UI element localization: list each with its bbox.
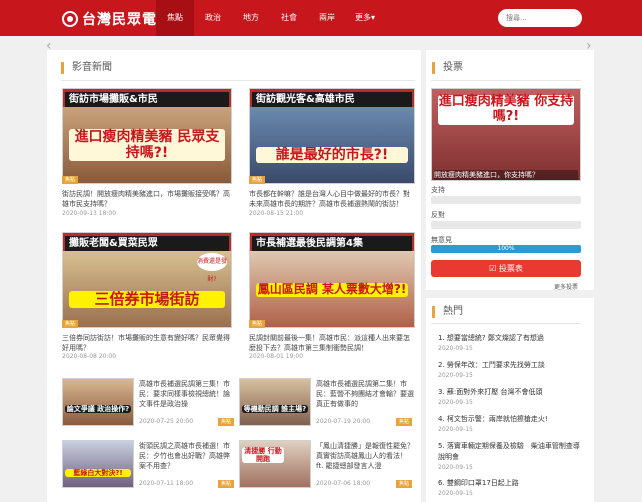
video-date: 2020-09-13 18:00	[62, 210, 117, 217]
poll-bar-oppose	[431, 221, 581, 229]
video-date: 2020-07-06 18:00	[316, 480, 371, 487]
video-thumbnail-small[interactable]: 藍綠白大對決?!	[62, 440, 134, 488]
top-bar: 台灣民眾電子報 焦點 政治 地方 社會 兩岸 更多▾	[0, 0, 642, 36]
thumbnail-headline: 論文爭議 政治操作?	[65, 405, 131, 414]
poll-option-label: 無意見	[431, 236, 452, 244]
video-title[interactable]: 民調封關前最後一集！高雄市民：派這種人出來要怎麼投下去？高雄市第三集制衝勢民調！	[249, 333, 415, 353]
section-title-video: 影音新聞	[61, 62, 112, 74]
hot-item[interactable]: 4. 柯文哲示警：兩岸就怕擦槍走火!	[438, 414, 582, 425]
video-thumbnail-small[interactable]: 等機動民調 誰主場?	[239, 378, 311, 426]
thumbnail-headline: 鳳山區民調 某人票數大增?!	[256, 282, 408, 297]
poll-bar-fill: 100%	[431, 245, 581, 253]
video-date: 2020-08-01 19:00	[249, 353, 304, 360]
main-nav: 焦點 政治 地方 社會 兩岸 更多▾	[156, 0, 384, 36]
hot-date: 2020-09-15	[438, 372, 473, 379]
video-date: 2020-07-19 20:00	[316, 418, 371, 425]
video-date: 2020-07-25 20:00	[139, 418, 194, 425]
poll-image-headline: 進口瘦肉精美豬 你支持嗎?!	[438, 94, 574, 125]
hot-item[interactable]: 5. 落實車輛定期保養及檢驗 柴油車管制查導說明會	[438, 441, 582, 463]
poll-bar-support	[431, 196, 581, 204]
poll-image: 進口瘦肉精美豬 你支持嗎?!	[431, 88, 581, 181]
thumbnail-banner: 街訪市場攤販&市民	[65, 92, 229, 107]
thumbnail-banner: 市長補選最後民調第4集	[252, 236, 412, 251]
hot-item[interactable]: 6. 雙鋼印口罩17日起上路	[438, 478, 582, 489]
nav-more[interactable]: 更多▾	[346, 0, 384, 36]
more-polls-link[interactable]: 更多投票	[554, 282, 578, 291]
thumbnail-banner: 攤販老闆&買菜民眾	[65, 236, 229, 251]
poll-option-label: 支持	[431, 186, 445, 194]
poll-option-label: 反對	[431, 211, 445, 219]
thumbnail-headline: 清捷勝 行動開跑	[242, 447, 284, 464]
thumbnail-headline: 誰是最好的市長?!	[256, 147, 408, 164]
video-thumbnail-small[interactable]: 清捷勝 行動開跑	[239, 440, 311, 488]
video-thumbnail[interactable]: 攤販老闆&買菜民眾 消費還是發財? 三倍券市場街訪	[62, 232, 232, 328]
video-thumbnail-small[interactable]: 論文爭議 政治操作?	[62, 378, 134, 426]
nav-local[interactable]: 地方	[232, 0, 270, 36]
thumbnail-headline: 等機動民調 誰主場?	[242, 405, 308, 414]
nav-politics[interactable]: 政治	[194, 0, 232, 36]
hot-date: 2020-09-15	[438, 464, 473, 471]
thumbnail-banner: 街訪觀光客&高雄市民	[252, 92, 412, 107]
category-tag[interactable]: 焦點	[218, 480, 234, 488]
hot-date: 2020-09-15	[438, 490, 473, 497]
thumbnail-sticker: 消費還是發財?	[197, 253, 227, 283]
logo-icon	[62, 11, 78, 27]
nav-cross-strait[interactable]: 兩岸	[308, 0, 346, 36]
video-title[interactable]: 高雄市長補選民調第二集！市民：藍營不夠團結才會輸？要選真正有做事的	[316, 379, 414, 409]
category-tag[interactable]: 焦點	[396, 418, 412, 426]
section-title-hot: 熱門	[432, 306, 463, 318]
divider	[431, 323, 581, 324]
video-thumbnail[interactable]: 街訪市場攤販&市民 進口瘦肉精美豬 民眾支持嗎?!	[62, 88, 232, 184]
category-tag[interactable]: 焦點	[249, 176, 265, 184]
nav-focus[interactable]: 焦點	[156, 0, 194, 36]
video-title[interactable]: 「鳳山清捷勝」是報復性罷免？真實街訪高雄鳳山人的看法！ft. 罷捷總部發言人澄	[316, 441, 414, 471]
video-date: 2020-08-08 20:00	[62, 353, 117, 360]
video-title[interactable]: 三倍券同訪街訪！市場攤販的生意有變好嗎？民眾覺得好用嗎？	[62, 333, 230, 353]
thumbnail-headline: 進口瘦肉精美豬 民眾支持嗎?!	[69, 129, 225, 162]
nav-society[interactable]: 社會	[270, 0, 308, 36]
category-tag[interactable]: 焦點	[218, 418, 234, 426]
poll-bar-neutral: 100%	[431, 245, 581, 253]
poll-caption: 開放瘦肉精美豬進口，你支持嗎？	[434, 170, 578, 180]
video-thumbnail[interactable]: 街訪觀光客&高雄市民 誰是最好的市長?!	[249, 88, 415, 184]
video-title[interactable]: 街訪民調！開放瘦肉精美豬進口，市場攤販接受嗎？高雄市民支持嗎？	[62, 189, 230, 209]
category-tag[interactable]: 焦點	[62, 176, 78, 184]
video-title[interactable]: 街頭民調之高雄市長補選！市民：夕竹也會出好戰？高雄弊案不用查？	[139, 441, 234, 471]
divider	[431, 80, 581, 81]
hot-item[interactable]: 2. 勞保年改：工鬥要求先找勞工談	[438, 360, 582, 371]
section-title-poll: 投票	[432, 62, 463, 74]
vote-button[interactable]: ☑ 投票表	[431, 260, 581, 277]
hot-date: 2020-09-15	[438, 345, 473, 352]
video-title[interactable]: 高雄市長補選民調第三集！市民：要求同樣事檢視總統！論文事件是政治操	[139, 379, 234, 409]
hot-date: 2020-09-15	[438, 426, 473, 433]
category-tag[interactable]: 焦點	[396, 480, 412, 488]
video-title[interactable]: 市長都在幹嘛？誰是台灣人心目中做最好的市長？對未來高雄市長的期許？高雄市長補選熱…	[249, 189, 415, 209]
divider	[61, 80, 415, 81]
category-tag[interactable]: 焦點	[62, 320, 78, 328]
video-date: 2020-07-11 18:00	[139, 480, 194, 487]
thumbnail-headline: 三倍券市場街訪	[69, 290, 225, 309]
thumbnail-headline: 藍綠白大對決?!	[65, 469, 131, 478]
category-tag[interactable]: 焦點	[249, 320, 265, 328]
hot-item[interactable]: 1. 想要當總統? 鄭文燦認了有想過	[438, 333, 582, 344]
hot-date: 2020-09-15	[438, 399, 473, 406]
search-input[interactable]	[498, 9, 582, 27]
hot-item[interactable]: 3. 蘇:面對外來打壓 台灣不會低頭	[438, 387, 582, 398]
video-date: 2020-08-15 21:00	[249, 210, 304, 217]
video-thumbnail[interactable]: 市長補選最後民調第4集 鳳山區民調 某人票數大增?!	[249, 232, 415, 328]
